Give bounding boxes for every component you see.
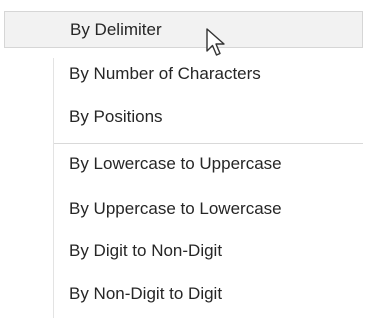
menu-item-by-uppercase-to-lowercase[interactable]: By Uppercase to Lowercase [0, 190, 363, 227]
menu-item-by-number-of-characters[interactable]: By Number of Characters [0, 55, 363, 92]
menu-item-label: By Digit to Non-Digit [69, 241, 223, 260]
menu-separator [54, 143, 363, 144]
menu-item-label: By Delimiter [70, 20, 162, 39]
menu-item-label: By Number of Characters [69, 64, 261, 83]
menu-item-label: By Uppercase to Lowercase [69, 199, 282, 218]
mouse-pointer-icon [206, 28, 225, 56]
menu-item-label: By Non-Digit to Digit [69, 284, 223, 303]
menu-item-by-non-digit-to-digit[interactable]: By Non-Digit to Digit [0, 275, 363, 312]
menu-item-by-positions[interactable]: By Positions [0, 98, 363, 135]
menu-item-by-digit-to-non-digit[interactable]: By Digit to Non-Digit [0, 232, 363, 269]
menu-item-label: By Lowercase to Uppercase [69, 154, 282, 173]
menu-item-by-lowercase-to-uppercase[interactable]: By Lowercase to Uppercase [0, 145, 363, 182]
menu-item-label: By Positions [69, 107, 163, 126]
menu-item-by-delimiter[interactable]: By Delimiter [4, 11, 363, 48]
split-column-menu: By Delimiter By Number of Characters By … [0, 0, 368, 318]
